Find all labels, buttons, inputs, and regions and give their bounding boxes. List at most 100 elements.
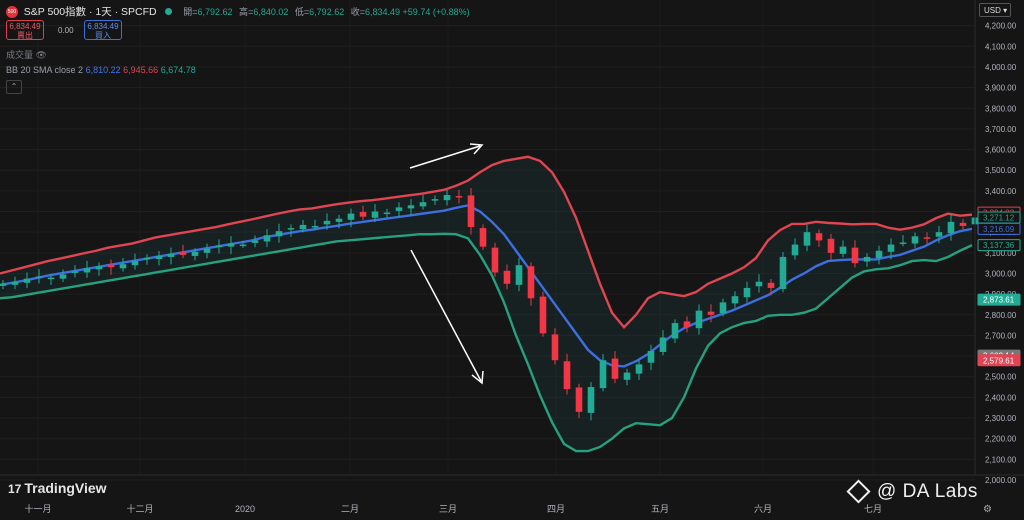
price-label: 3,216.09 bbox=[983, 225, 1015, 234]
bb-upper-value: 6,945.66 bbox=[123, 65, 159, 75]
candle-body bbox=[407, 205, 415, 209]
candle-body bbox=[371, 211, 379, 218]
candle-body bbox=[539, 296, 547, 334]
candle-body bbox=[491, 247, 499, 273]
chevron-down-icon: ▾ bbox=[1003, 6, 1008, 15]
candle-body bbox=[0, 283, 7, 286]
price-tick-label: 4,100.00 bbox=[985, 42, 1017, 51]
candle-body bbox=[59, 274, 67, 279]
watermark-text: @ DA Labs bbox=[877, 481, 978, 502]
volume-legend[interactable]: 成交量 👁 bbox=[6, 48, 47, 61]
candle-body bbox=[623, 372, 631, 380]
candle-body bbox=[743, 287, 751, 298]
candle-body bbox=[563, 361, 571, 390]
low-value: 6,792.62 bbox=[309, 7, 345, 17]
bb-name: BB 20 SMA close 2 bbox=[6, 65, 84, 75]
tradingview-text: TradingView bbox=[24, 480, 107, 496]
candle-body bbox=[359, 211, 367, 217]
candle-body bbox=[875, 250, 883, 258]
candle-body bbox=[395, 207, 403, 211]
buy-price: 6,834.49 bbox=[87, 22, 119, 31]
candle-body bbox=[839, 246, 847, 254]
candle-body bbox=[815, 233, 823, 241]
candle-body bbox=[887, 244, 895, 252]
price-label: 3,271.12 bbox=[983, 213, 1015, 222]
candle-body bbox=[263, 235, 271, 242]
price-labels: 3,294.823,271.123,216.093,137.362,873.61… bbox=[977, 206, 1021, 367]
candle-body bbox=[287, 228, 295, 230]
currency-selector[interactable]: USD ▾ bbox=[979, 3, 1011, 17]
candle-body bbox=[191, 251, 199, 256]
chart-header: 500 S&P 500指數 · 1天 · SPCFD 開=6,792.62 高=… bbox=[6, 4, 474, 19]
ohlc-values: 開=6,792.62 高=6,840.02 低=6,792.62 收=6,834… bbox=[183, 7, 470, 17]
candle-body bbox=[587, 387, 595, 413]
price-tick-label: 3,400.00 bbox=[985, 187, 1017, 196]
candle-body bbox=[107, 264, 115, 268]
candle-body bbox=[215, 245, 223, 248]
bb-legend[interactable]: BB 20 SMA close 2 6,810.22 6,945.66 6,67… bbox=[6, 65, 196, 75]
time-tick-label: 四月 bbox=[547, 504, 565, 514]
candle-body bbox=[479, 228, 487, 247]
candle-body bbox=[671, 323, 679, 339]
candle-body bbox=[911, 236, 919, 244]
time-axis: 十一月 十二月 2020 二月 三月 四月 五月 六月 七月 bbox=[24, 503, 882, 514]
candle-body bbox=[335, 218, 343, 222]
price-tick-label: 4,000.00 bbox=[985, 63, 1017, 72]
price-tick-label: 2,700.00 bbox=[985, 331, 1017, 340]
buy-button[interactable]: 6,834.49 買入 bbox=[84, 20, 122, 40]
time-tick-label: 七月 bbox=[864, 504, 882, 514]
candle-body bbox=[323, 220, 331, 225]
price-label: 2,579.61 bbox=[983, 356, 1015, 365]
price-tick-label: 3,700.00 bbox=[985, 125, 1017, 134]
candle-body bbox=[419, 202, 427, 207]
symbol-title[interactable]: S&P 500指數 · 1天 · SPCFD bbox=[24, 6, 157, 18]
candle-body bbox=[659, 337, 667, 352]
price-tick-label: 4,200.00 bbox=[985, 22, 1017, 31]
candle-body bbox=[899, 242, 907, 244]
currency-label: USD bbox=[984, 6, 1001, 15]
price-tick-label: 3,900.00 bbox=[985, 84, 1017, 93]
candle-body bbox=[167, 253, 175, 257]
price-chart[interactable]: 2,000.00 2,100.00 2,200.00 2,300.00 2,400.00… bbox=[0, 0, 1024, 520]
candle-body bbox=[119, 264, 127, 269]
candle-body bbox=[383, 212, 391, 215]
sell-button[interactable]: 6,834.49 賣出 bbox=[6, 20, 44, 40]
candle-body bbox=[959, 222, 967, 226]
candle-body bbox=[23, 278, 31, 283]
candle-body bbox=[503, 270, 511, 284]
price-tick-label: 2,000.00 bbox=[985, 476, 1017, 485]
price-tick-label: 3,600.00 bbox=[985, 146, 1017, 155]
candle-body bbox=[179, 252, 187, 255]
price-tick-label: 2,300.00 bbox=[985, 414, 1017, 423]
candle-body bbox=[275, 231, 283, 237]
candle-body bbox=[95, 266, 103, 270]
price-tick-label: 2,400.00 bbox=[985, 393, 1017, 402]
time-tick-label: 二月 bbox=[341, 504, 359, 514]
sell-label: 賣出 bbox=[17, 31, 33, 40]
candle-body bbox=[35, 276, 43, 279]
settings-icon[interactable]: ⚙ bbox=[983, 504, 992, 515]
volume-label: 成交量 bbox=[6, 50, 34, 60]
time-tick-label: 三月 bbox=[439, 504, 457, 514]
price-tick-label: 2,100.00 bbox=[985, 455, 1017, 464]
candle-body bbox=[635, 364, 643, 374]
candle-body bbox=[131, 261, 139, 266]
bb-lower-value: 6,674.78 bbox=[160, 65, 196, 75]
market-status-icon bbox=[165, 8, 173, 15]
time-tick-label: 十一月 bbox=[24, 503, 51, 514]
tradingview-logo[interactable]: 17 TradingView bbox=[8, 480, 107, 496]
price-axis: 2,000.00 2,100.00 2,200.00 2,300.00 2,400.00… bbox=[985, 22, 1017, 485]
open-label: 開 bbox=[183, 7, 193, 17]
candle-body bbox=[347, 213, 355, 220]
candle-body bbox=[155, 255, 163, 260]
candle-body bbox=[599, 360, 607, 389]
eye-icon[interactable]: 👁 bbox=[36, 50, 47, 60]
low-label: 低 bbox=[294, 7, 304, 17]
arrow-down-line bbox=[410, 249, 482, 382]
open-value: 6,792.62 bbox=[197, 7, 233, 17]
collapse-legend-button[interactable]: ⌃ bbox=[6, 80, 22, 94]
high-label: 高 bbox=[239, 7, 249, 17]
bollinger-bands bbox=[0, 155, 973, 453]
time-tick-label: 2020 bbox=[235, 504, 255, 514]
candle-body bbox=[779, 256, 787, 289]
